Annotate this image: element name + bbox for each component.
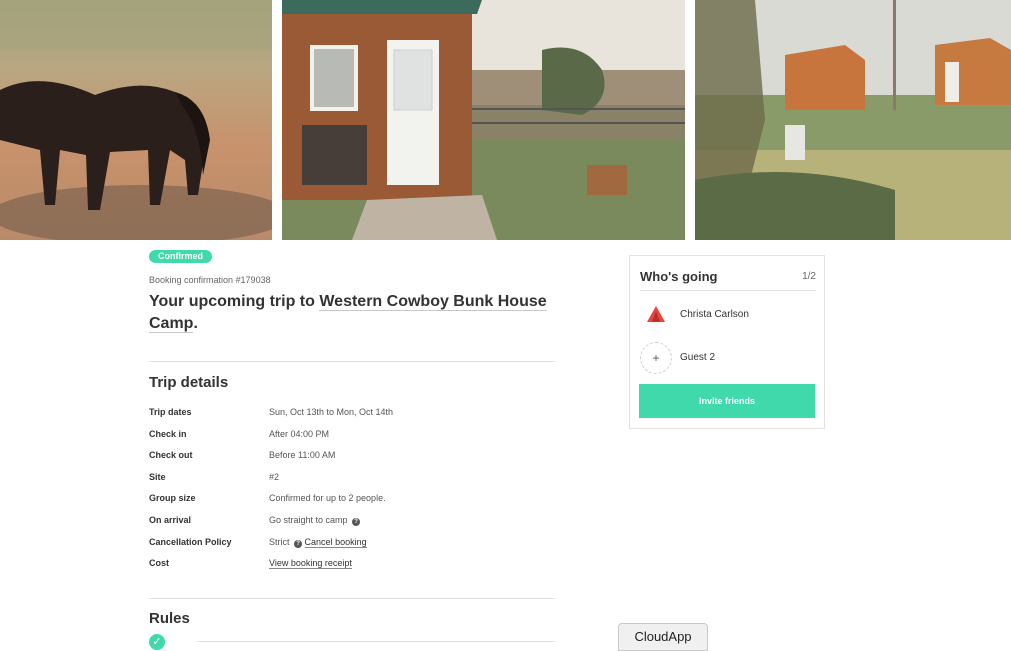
camp-grounds-photo[interactable] (695, 0, 1011, 240)
horses-photo[interactable] (0, 0, 272, 240)
cancellation-policy-text: Strict (269, 536, 290, 547)
trip-details-table: Trip dates Sun, Oct 13th to Mon, Oct 14t… (149, 407, 555, 580)
detail-label: Site (149, 471, 166, 482)
trip-title-prefix: Your upcoming trip to (149, 293, 320, 310)
cloudapp-tab[interactable]: CloudApp (618, 623, 708, 651)
detail-value: Sun, Oct 13th to Mon, Oct 14th (269, 407, 394, 417)
red-triangle-logo-icon (640, 299, 672, 331)
rules-heading: Rules (149, 610, 190, 627)
avatar (640, 299, 672, 331)
detail-value: Go straight to camp ? (269, 514, 361, 526)
detail-row-cost: Cost View booking receipt (149, 558, 555, 580)
trip-details-heading: Trip details (149, 374, 229, 391)
question-circle-icon[interactable]: ? (294, 539, 303, 548)
detail-row-trip-dates: Trip dates Sun, Oct 13th to Mon, Oct 14t… (149, 407, 555, 429)
detail-value: Strict ? Cancel booking (269, 536, 367, 548)
detail-value: Before 11:00 AM (269, 450, 336, 461)
horses-photo-image (0, 0, 272, 240)
guest-name: Guest 2 (680, 352, 716, 363)
detail-label: On arrival (149, 514, 192, 525)
detail-row-group-size: Group size Confirmed for up to 2 people. (149, 493, 555, 515)
camp-grounds-photo-image (695, 0, 1011, 240)
trip-title: Your upcoming trip to Western Cowboy Bun… (149, 291, 555, 335)
detail-value: #2 (269, 471, 280, 482)
divider (640, 290, 816, 291)
divider (149, 361, 555, 362)
detail-label: Check out (149, 450, 193, 461)
detail-row-site: Site #2 (149, 472, 555, 494)
divider (197, 641, 555, 642)
detail-value: After 04:00 PM (269, 428, 330, 439)
detail-label: Cancellation Policy (149, 536, 232, 547)
detail-row-check-in: Check in After 04:00 PM (149, 429, 555, 451)
detail-label: Group size (149, 493, 196, 504)
bunk-house-photo-image (282, 0, 685, 240)
detail-label: Check in (149, 428, 187, 439)
view-receipt-link[interactable]: View booking receipt (269, 558, 352, 570)
trip-title-suffix: . (193, 315, 198, 332)
booking-confirmation-number: Booking confirmation #179038 (149, 275, 271, 285)
on-arrival-text: Go straight to camp (269, 514, 348, 525)
question-circle-icon[interactable]: ? (352, 517, 361, 526)
detail-label: Trip dates (149, 407, 192, 417)
whos-going-card: Who's going 1/2 Christa Carlson + Guest … (629, 255, 825, 429)
detail-row-on-arrival: On arrival Go straight to camp ? (149, 515, 555, 537)
confirmed-badge: Confirmed (149, 250, 212, 263)
detail-value: Confirmed for up to 2 people. (269, 493, 386, 504)
bunk-house-photo[interactable] (282, 0, 685, 240)
invite-friends-button[interactable]: Invite friends (639, 384, 815, 418)
detail-row-cancellation-policy: Cancellation Policy Strict ? Cancel book… (149, 536, 555, 559)
guest-item[interactable]: Christa Carlson (640, 299, 816, 331)
detail-row-check-out: Check out Before 11:00 AM (149, 450, 555, 472)
divider (149, 598, 555, 599)
guest-name: Christa Carlson (680, 309, 749, 320)
guest-count: 1/2 (802, 271, 816, 282)
cancel-booking-link[interactable]: Cancel booking (304, 536, 367, 548)
plus-icon[interactable]: + (640, 342, 672, 374)
guest-item[interactable]: + Guest 2 (640, 342, 816, 374)
whos-going-title: Who's going (640, 269, 718, 284)
detail-label: Cost (149, 558, 169, 569)
detail-value: View booking receipt (269, 558, 352, 570)
